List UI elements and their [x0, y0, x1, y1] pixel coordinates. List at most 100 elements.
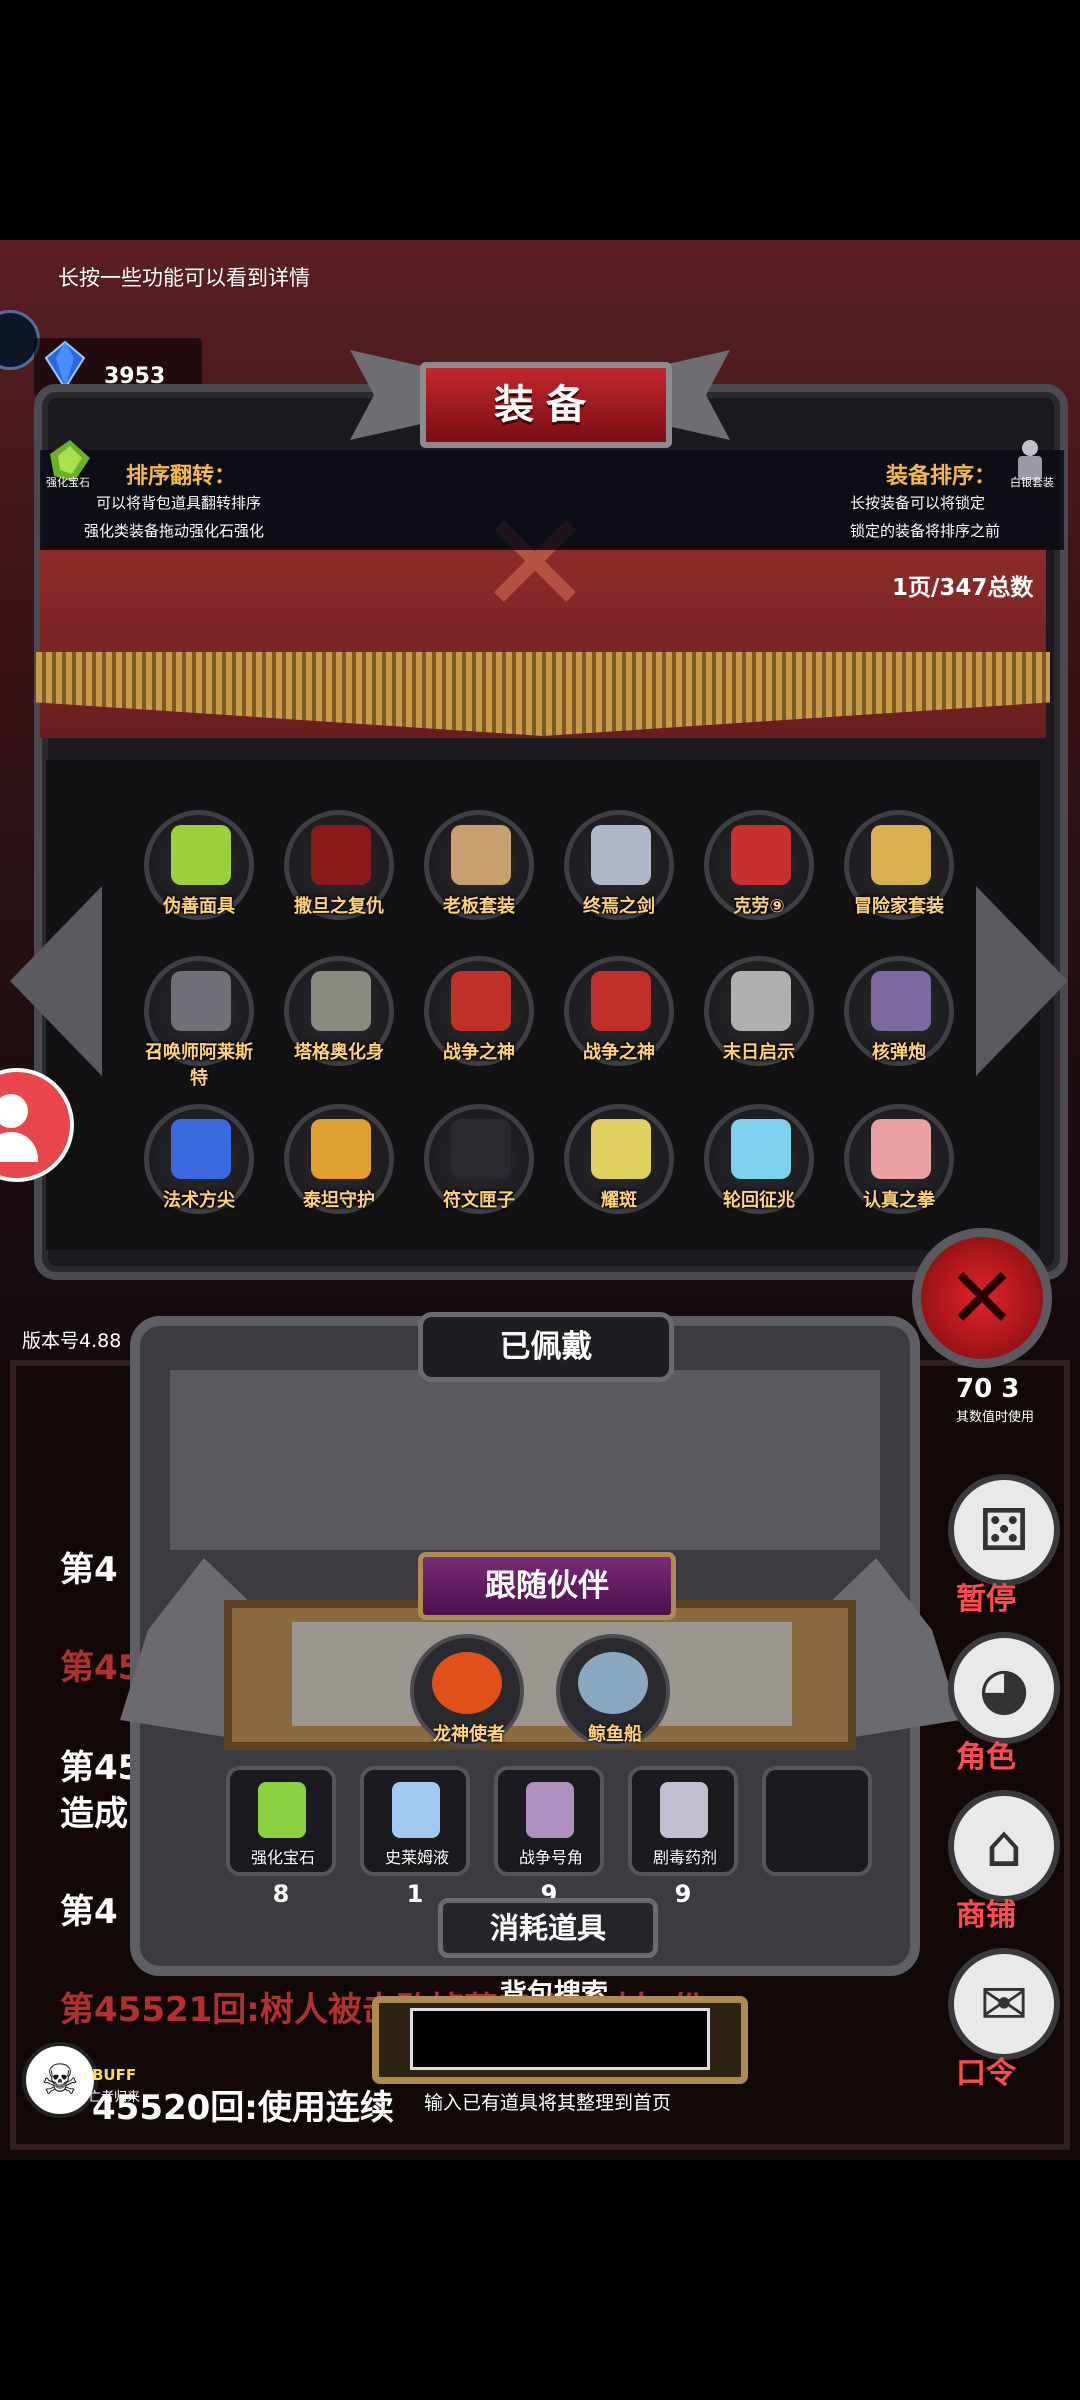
flare-sword-icon [591, 1119, 651, 1179]
log-line: 第4 [60, 1550, 118, 1590]
skull-buff-icon[interactable]: ☠ [22, 2042, 98, 2118]
consumable-slot[interactable]: 剧毒药剂 9 [628, 1766, 738, 1908]
equipment-slot[interactable]: 终焉之剑 [564, 810, 674, 920]
side-button-label: 暂停 [956, 1582, 1016, 1617]
side-button-label: 角色 [956, 1740, 1016, 1775]
close-button[interactable]: ✕ [912, 1228, 1052, 1368]
search-input[interactable] [410, 2008, 710, 2070]
sort-equipment-desc: 锁定的装备将排序之前 [850, 522, 1001, 540]
equipment-slot[interactable]: 耀斑 [564, 1104, 674, 1214]
companion-slot[interactable]: 鲸鱼船 [556, 1634, 670, 1748]
axe-icon [731, 971, 791, 1031]
war-god-icon [591, 971, 651, 1031]
hint-text: 长按一些功能可以看到详情 [58, 266, 310, 290]
consumable-label: 战争号角 [518, 1848, 583, 1867]
empty-consumable-slot[interactable] [762, 1766, 872, 1876]
side-button[interactable]: ⚄ [948, 1474, 1060, 1586]
consumable-slot[interactable]: 战争号角 9 [494, 1766, 604, 1908]
equipment-label: 撒旦之复仇 [294, 896, 384, 917]
consumable-label: 史莱姆液 [384, 1848, 449, 1867]
mask-icon [171, 825, 231, 885]
equipment-label: 冒险家套装 [854, 896, 944, 917]
side-counter-note: 其数值时使用 [956, 1410, 1035, 1425]
equipment-label: 伪善面具 [163, 896, 235, 917]
log-line: 造成 [60, 1794, 128, 1834]
cowboy-icon [451, 825, 511, 885]
sort-flip-desc: 可以将背包道具翻转排序 [96, 494, 262, 512]
equipment-slot[interactable]: 战争之神 [424, 956, 534, 1066]
equipment-label: 召唤师阿莱斯特 [145, 1042, 253, 1089]
equipment-label: 战争之神 [583, 1042, 655, 1063]
strengthen-gem-label: 强化宝石 [46, 476, 90, 489]
consumables-title: 消耗道具 [438, 1898, 658, 1958]
side-button[interactable]: ⌂ [948, 1790, 1060, 1902]
equipment-slot[interactable]: 克劳⑨ [704, 810, 814, 920]
log-line: 第4 [60, 1892, 118, 1932]
sword-icon [591, 825, 651, 885]
equipment-label: 法术方尖 [163, 1190, 235, 1211]
titan-icon [311, 1119, 371, 1179]
rune-box-icon [451, 1119, 511, 1179]
sort-equipment-button[interactable]: 装备排序： [886, 458, 996, 490]
blue-gem-icon [44, 340, 86, 390]
equipment-label: 塔格奥化身 [294, 1042, 384, 1063]
shop-icon: ⌂ [985, 1812, 1023, 1880]
page-title: 装备 [420, 362, 672, 448]
equipment-label: 克劳⑨ [733, 896, 785, 917]
search-hint: 输入已有道具将其整理到首页 [424, 2092, 672, 2114]
equipment-label: 泰坦守护 [303, 1190, 375, 1211]
equipment-slot[interactable]: 塔格奥化身 [284, 956, 394, 1066]
equipment-slot[interactable]: 末日启示 [704, 956, 814, 1066]
side-button[interactable]: ✉ [948, 1948, 1060, 2060]
equipment-slot[interactable]: 轮回征兆 [704, 1104, 814, 1214]
beast-icon [311, 971, 371, 1031]
companion-title: 跟随伙伴 [418, 1552, 676, 1620]
equipment-slot[interactable]: 老板套装 [424, 810, 534, 920]
equipment-label: 末日启示 [723, 1042, 795, 1063]
dice-icon: ⚄ [978, 1496, 1030, 1564]
buff-label: BUFF [92, 2066, 137, 2084]
sort-equipment-desc: 长按装备可以将锁定 [850, 494, 986, 512]
equipment-label: 终焉之剑 [583, 896, 655, 917]
consumable-count: 8 [272, 1880, 290, 1908]
sort-flip-button[interactable]: 排序翻转： [126, 458, 236, 490]
obelisk-icon [171, 1119, 231, 1179]
companion-slot[interactable]: 龙神使者 [410, 1634, 524, 1748]
equipment-label: 核弹炮 [872, 1042, 926, 1063]
equipment-slot[interactable]: 伪善面具 [144, 810, 254, 920]
gem-icon [258, 1782, 306, 1838]
equipment-slot[interactable]: 认真之拳 [844, 1104, 954, 1214]
cannon-icon [871, 971, 931, 1031]
side-button-label: 口令 [956, 2056, 1016, 2091]
dragon-envoy-icon [432, 1652, 502, 1714]
equipment-slot[interactable]: 泰坦守护 [284, 1104, 394, 1214]
equipment-slot[interactable]: 战争之神 [564, 956, 674, 1066]
equipment-slot[interactable]: 符文匣子 [424, 1104, 534, 1214]
equipment-slot[interactable]: 撒旦之复仇 [284, 810, 394, 920]
adventurer-icon [871, 825, 931, 885]
equipment-label: 轮回征兆 [723, 1190, 795, 1211]
hooded-figure-icon: ◕ [978, 1654, 1030, 1722]
poison-icon [660, 1782, 708, 1838]
side-button-label: 商铺 [956, 1898, 1016, 1933]
consumable-slot[interactable]: 史莱姆液 1 [360, 1766, 470, 1908]
worn-title: 已佩戴 [418, 1312, 674, 1382]
potion-icon [392, 1782, 440, 1838]
side-button[interactable]: ◕ [948, 1632, 1060, 1744]
equipment-slot[interactable]: 召唤师阿莱斯特 [144, 956, 254, 1089]
consumable-slot[interactable]: 强化宝石 8 [226, 1766, 336, 1908]
sort-flip-desc: 强化类装备拖动强化石强化 [84, 522, 265, 540]
version-label: 版本号4.88 [22, 1330, 122, 1352]
equipment-label: 老板套装 [443, 896, 515, 917]
equipment-slot[interactable]: 核弹炮 [844, 956, 954, 1066]
summoner-icon [171, 971, 231, 1031]
buff-sub: 亡者归来 [88, 2090, 141, 2105]
horn-icon [526, 1782, 574, 1838]
equipment-slot[interactable]: 法术方尖 [144, 1104, 254, 1214]
equipment-slot[interactable]: 冒险家套装 [844, 810, 954, 920]
scroll-icon: ✉ [979, 1970, 1029, 2038]
page-counter: 1页/347总数 [892, 575, 1034, 601]
person-icon [0, 1094, 28, 1128]
ice-staff-icon [731, 1119, 791, 1179]
fist-icon [871, 1119, 931, 1179]
